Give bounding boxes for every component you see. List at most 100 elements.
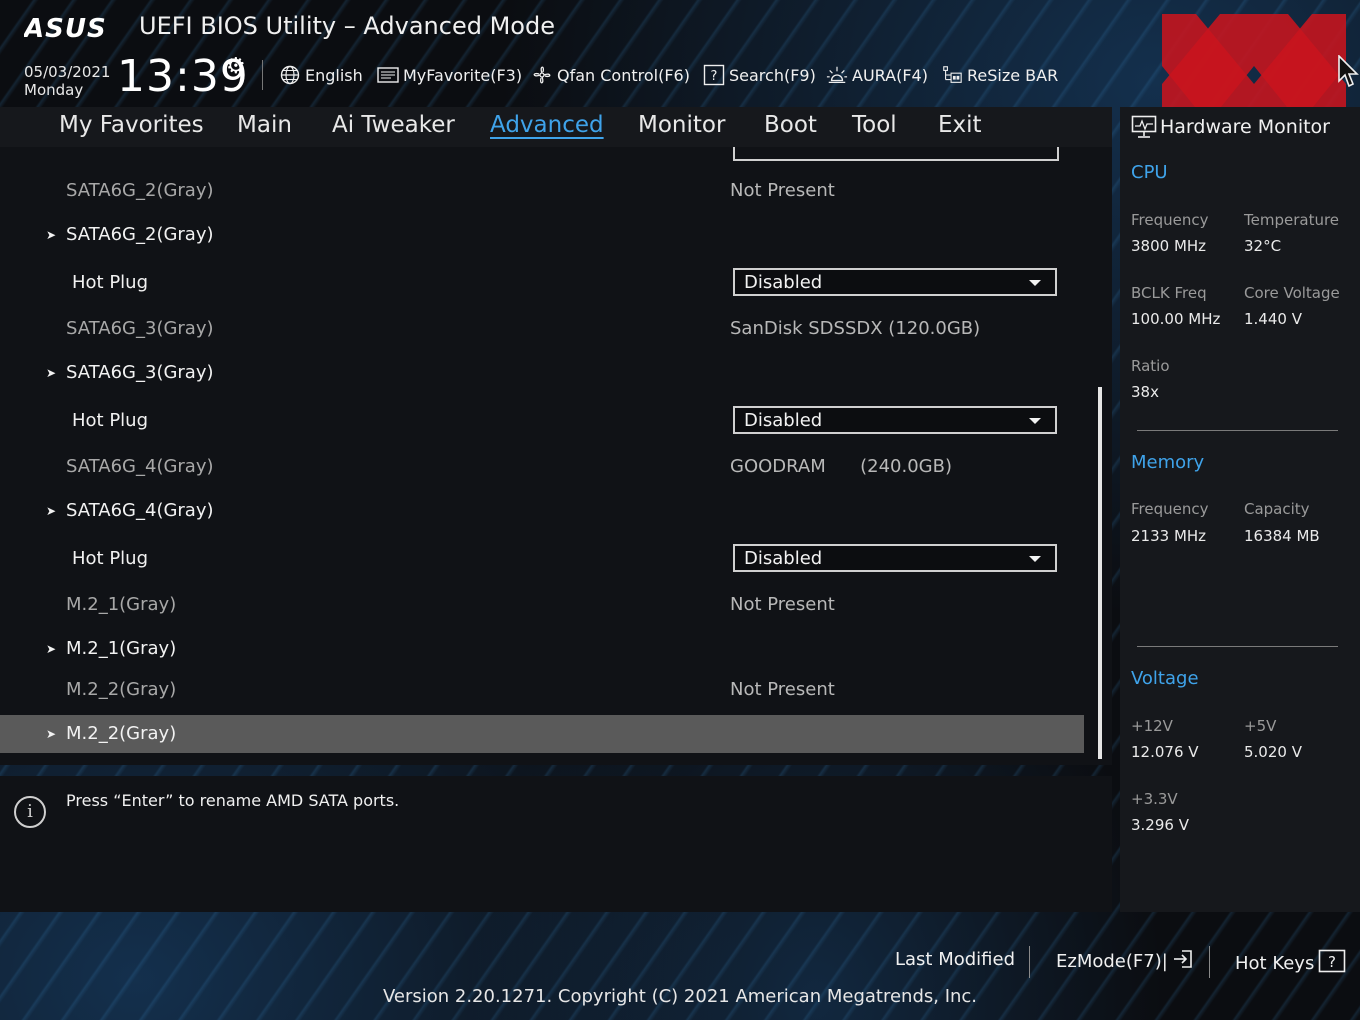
sata6g-3-submenu-row[interactable]: ➤ SATA6G_3(Gray) <box>0 354 1084 392</box>
v5-label: +5V <box>1244 717 1277 735</box>
setting-label: SATA6G_4(Gray) <box>66 456 214 477</box>
setting-label: Hot Plug <box>72 410 149 431</box>
sata6g-4-submenu-row[interactable]: ➤ SATA6G_4(Gray) <box>0 492 1084 530</box>
v5-value: 5.020 V <box>1244 743 1302 761</box>
m2-1-info-row: M.2_1(Gray) Not Present <box>0 586 1084 624</box>
setting-label: M.2_1(Gray) <box>66 638 177 659</box>
v33-label: +3.3V <box>1131 790 1178 808</box>
v33-value: 3.296 V <box>1131 816 1189 834</box>
core-voltage-value: 1.440 V <box>1244 310 1302 328</box>
setting-label: M.2_2(Gray) <box>66 723 177 744</box>
language-button[interactable]: English <box>279 62 363 88</box>
favorite-list-icon <box>377 64 399 86</box>
myfavorite-label: MyFavorite(F3) <box>403 65 523 85</box>
exit-arrow-icon <box>1172 949 1194 974</box>
qfan-control-label: Qfan Control(F6) <box>557 65 690 85</box>
chevron-down-icon <box>1029 280 1041 286</box>
last-modified-button[interactable]: Last Modified <box>895 949 1015 970</box>
cpu-frequency-value: 3800 MHz <box>1131 237 1207 255</box>
setting-label: SATA6G_3(Gray) <box>66 362 214 383</box>
scrollbar[interactable] <box>1098 387 1102 759</box>
sata6g-2-hot-plug-row: Hot Plug Disabled <box>0 264 1084 302</box>
setting-value: SanDisk SDSSDX (120.0GB) <box>730 318 981 339</box>
asus-logo: ASUS <box>24 14 107 42</box>
tab-monitor[interactable]: Monitor <box>638 112 725 138</box>
tab-exit[interactable]: Exit <box>938 112 982 138</box>
submenu-arrow-icon: ➤ <box>46 366 57 380</box>
resize-bar-label: ReSize BAR <box>967 65 1059 85</box>
aura-label: AURA(F4) <box>852 65 928 85</box>
setting-label: Hot Plug <box>72 548 149 569</box>
setting-label: SATA6G_4(Gray) <box>66 500 214 521</box>
sata6g-4-info-row: SATA6G_4(Gray) GOODRAM (240.0GB) <box>0 448 1084 486</box>
ezmode-button[interactable]: EzMode(F7)| <box>1056 949 1194 974</box>
section-divider <box>1137 430 1338 431</box>
sata6g-2-submenu-row[interactable]: ➤ SATA6G_2(Gray) <box>0 216 1084 254</box>
setting-label: SATA6G_2(Gray) <box>66 180 214 201</box>
tab-main[interactable]: Main <box>237 112 292 138</box>
m2-1-submenu-row[interactable]: ➤ M.2_1(Gray) <box>0 630 1084 668</box>
submenu-arrow-icon: ➤ <box>46 727 57 741</box>
tab-advanced[interactable]: Advanced <box>490 112 604 138</box>
cpu-temperature-label: Temperature <box>1244 211 1340 229</box>
setting-label: Hot Plug <box>72 272 149 293</box>
sata6g-3-info-row: SATA6G_3(Gray) SanDisk SDSSDX (120.0GB) <box>0 310 1084 348</box>
aura-button[interactable]: AURA(F4) <box>826 62 928 88</box>
bclk-freq-label: BCLK Freq <box>1131 284 1207 302</box>
submenu-arrow-icon: ➤ <box>46 504 57 518</box>
svg-text:?: ? <box>711 69 718 84</box>
tab-boot[interactable]: Boot <box>764 112 817 138</box>
submenu-arrow-icon: ➤ <box>46 642 57 656</box>
memory-section-title: Memory <box>1131 452 1205 473</box>
fan-icon <box>531 64 553 86</box>
cpu-temperature-value: 32°C <box>1244 237 1282 255</box>
date-display: 05/03/2021 Monday <box>24 63 110 99</box>
memory-frequency-value: 2133 MHz <box>1131 527 1207 545</box>
mouse-cursor-icon <box>1338 55 1359 88</box>
cpu-section-title: CPU <box>1131 162 1168 183</box>
voltage-section-title: Voltage <box>1131 668 1199 689</box>
help-info-panel: i Press “Enter” to rename AMD SATA ports… <box>0 776 1112 912</box>
svg-text:ASUS: ASUS <box>24 14 107 42</box>
setting-label: M.2_1(Gray) <box>66 594 177 615</box>
core-voltage-label: Core Voltage <box>1244 284 1340 302</box>
setting-label: M.2_2(Gray) <box>66 679 177 700</box>
myfavorite-button[interactable]: MyFavorite(F3) <box>377 62 522 88</box>
partial-dropdown-above[interactable] <box>733 147 1059 161</box>
memory-capacity-value: 16384 MB <box>1244 527 1320 545</box>
ezmode-label: EzMode(F7)| <box>1056 951 1168 972</box>
resize-bar-button[interactable]: ReSize BAR <box>941 62 1058 88</box>
ratio-label: Ratio <box>1131 357 1170 375</box>
m2-2-submenu-row-selected[interactable]: ➤ M.2_2(Gray) <box>0 715 1084 753</box>
help-text: Press “Enter” to rename AMD SATA ports. <box>66 791 400 810</box>
search-button[interactable]: ? Search(F9) <box>703 62 816 88</box>
last-modified-label: Last Modified <box>895 949 1016 970</box>
setting-value: Not Present <box>730 594 835 615</box>
version-copyright: Version 2.20.1271. Copyright (C) 2021 Am… <box>382 986 978 1007</box>
hot-plug-dropdown[interactable]: Disabled <box>733 268 1057 296</box>
hardware-monitor-panel: Hardware Monitor CPU Frequency Temperatu… <box>1120 107 1360 912</box>
question-box-icon: ? <box>1318 949 1346 978</box>
footer-divider <box>1209 946 1210 978</box>
v12-value: 12.076 V <box>1131 743 1199 761</box>
tab-my-favorites[interactable]: My Favorites <box>59 112 204 138</box>
dropdown-value: Disabled <box>744 272 823 293</box>
m2-2-info-row: M.2_2(Gray) Not Present <box>0 671 1084 709</box>
setting-label: SATA6G_2(Gray) <box>66 224 214 245</box>
qfan-control-button[interactable]: Qfan Control(F6) <box>531 62 690 88</box>
hot-plug-dropdown[interactable]: Disabled <box>733 544 1057 572</box>
hot-plug-dropdown[interactable]: Disabled <box>733 406 1057 434</box>
search-label: Search(F9) <box>729 65 816 85</box>
footer-divider <box>1029 946 1030 978</box>
hot-keys-button[interactable]: Hot Keys ? <box>1235 949 1346 978</box>
info-icon: i <box>14 796 46 828</box>
ratio-value: 38x <box>1131 383 1159 401</box>
tab-tool[interactable]: Tool <box>852 112 897 138</box>
gear-icon[interactable]: ⚙ <box>226 54 246 79</box>
header-divider <box>262 60 263 90</box>
hot-keys-label: Hot Keys <box>1235 953 1315 974</box>
bclk-freq-value: 100.00 MHz <box>1131 310 1221 328</box>
globe-icon <box>279 64 301 86</box>
tab-ai-tweaker[interactable]: Ai Tweaker <box>332 112 455 138</box>
chevron-down-icon <box>1029 418 1041 424</box>
